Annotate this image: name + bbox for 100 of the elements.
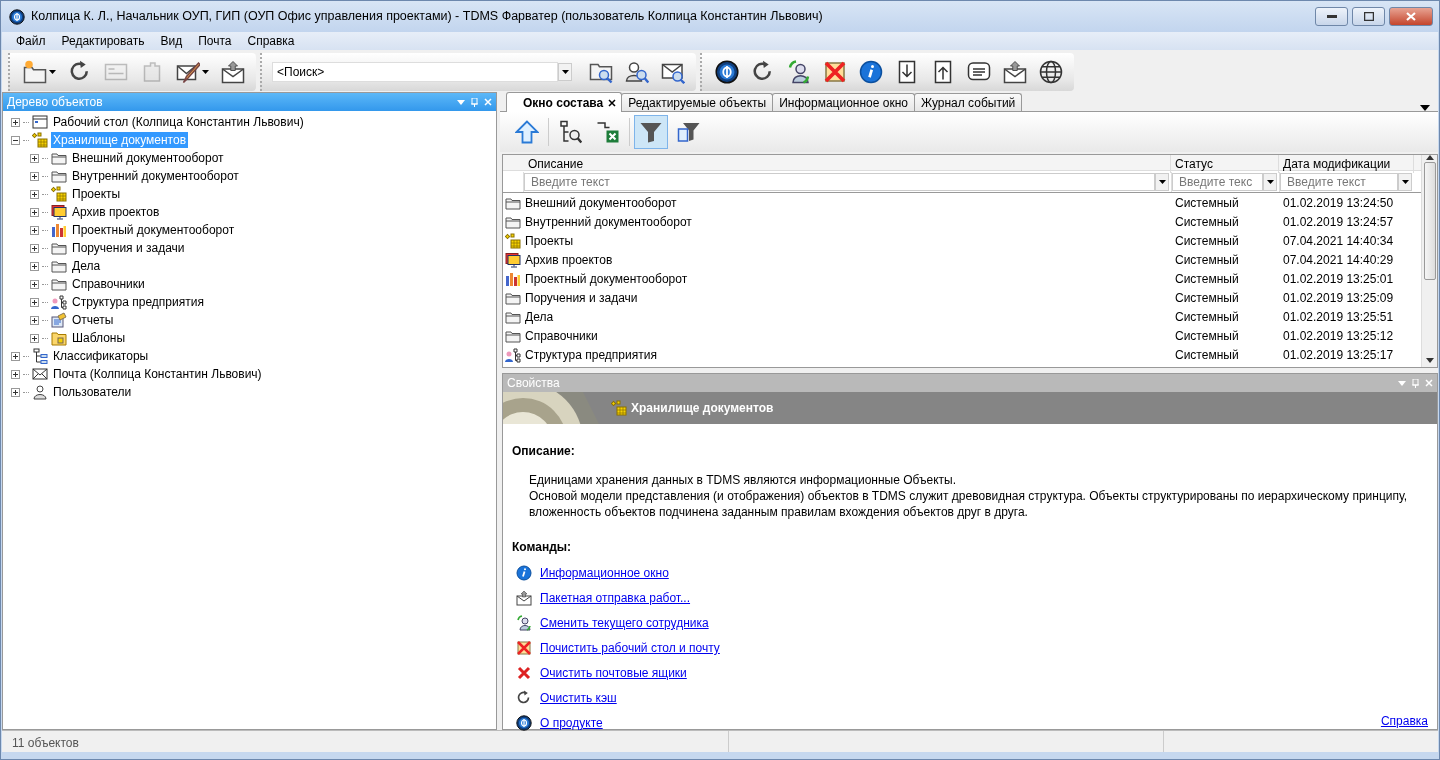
grid-icon <box>611 400 627 416</box>
dropdown-button[interactable] <box>1263 172 1277 191</box>
table-cell-text: 07.04.2021 14:40:34 <box>1282 232 1395 250</box>
table-cell-text: Системный <box>1174 251 1240 269</box>
up-arrow-icon <box>515 120 539 144</box>
dropdown-icon <box>1398 380 1406 386</box>
command-link[interactable]: Очистить почтовые ящики <box>540 664 687 683</box>
panel-title: Дерево объектов <box>7 94 104 111</box>
tree-item[interactable]: Проектный документооборот <box>70 222 237 238</box>
filter-field[interactable]: Введите текст <box>524 172 1155 191</box>
menu-item[interactable]: Файл <box>8 32 54 50</box>
grid-icon <box>505 232 521 249</box>
tree-item[interactable]: Справочники <box>70 276 147 292</box>
hierarchy-icon <box>32 348 48 364</box>
monitor-icon <box>505 251 521 268</box>
tree-item[interactable]: Рабочий стол (Колпица Константин Львович) <box>51 114 306 130</box>
tab[interactable]: Редактируемые объекты <box>621 93 774 111</box>
filter-field[interactable]: Введите текст <box>1280 172 1398 191</box>
minimize-button[interactable] <box>1315 7 1348 26</box>
tree-item[interactable]: Проекты <box>70 186 123 202</box>
info-icon <box>859 60 883 84</box>
bar-chart-icon <box>51 222 67 238</box>
tree-item[interactable]: Классификаторы <box>51 348 151 364</box>
command-link[interactable]: Сменить текущего сотрудника <box>540 614 709 633</box>
table-cell-text: Системный <box>1174 327 1240 345</box>
help-link[interactable]: Справка <box>1380 711 1428 730</box>
table-cell-text: 01.02.2019 13:24:50 <box>1282 194 1395 212</box>
table-cell-text: Проектный документооборот <box>525 270 688 288</box>
close-icon <box>1425 379 1433 387</box>
command-link[interactable]: Почистить рабочий стол и почту <box>540 639 720 658</box>
table-cell-text: 01.02.2019 13:25:01 <box>1282 270 1395 288</box>
command-link[interactable]: О продукте <box>540 714 603 733</box>
filter-table-icon <box>677 120 701 144</box>
window-icon <box>32 114 48 130</box>
scrollbar[interactable] <box>1421 155 1437 367</box>
tab[interactable]: Информационное окно <box>772 93 915 111</box>
table-cell-text: Системный <box>1174 213 1240 231</box>
tree-item[interactable]: Архив проектов <box>70 204 162 220</box>
report-icon <box>51 312 67 328</box>
tree-item[interactable]: Внутренний документооборот <box>70 168 241 184</box>
dropdown-button[interactable] <box>558 63 572 81</box>
close-icon <box>1406 12 1416 21</box>
maximize-icon <box>1363 12 1374 21</box>
menu-item[interactable]: Вид <box>152 32 191 50</box>
table-cell-text: 01.02.2019 13:24:57 <box>1282 213 1395 231</box>
dropdown-button[interactable] <box>1155 172 1169 191</box>
caret-icon <box>1158 179 1166 184</box>
envelope-icon <box>221 60 245 84</box>
table-cell-text: Дела <box>525 308 554 326</box>
table-cell-text: Проекты <box>525 232 574 250</box>
table-cell-text: 01.02.2019 13:25:12 <box>1282 327 1395 345</box>
filter-field[interactable]: Введите текс <box>1172 172 1263 191</box>
table-cell-text: Системный <box>1174 308 1240 326</box>
menu-item[interactable]: Редактировать <box>53 32 153 50</box>
maximize-button[interactable] <box>1352 7 1385 26</box>
folder-icon <box>51 168 67 184</box>
close-button[interactable] <box>1389 7 1433 26</box>
tree-item[interactable]: Структура предприятия <box>70 294 206 310</box>
logo-icon <box>715 60 739 84</box>
table-cell-text: Структура предприятия <box>525 346 657 364</box>
user-icon <box>32 384 48 400</box>
tab[interactable]: Окно состава <box>506 92 623 112</box>
panel-title: Свойства <box>507 375 561 392</box>
tree-item[interactable]: Поручения и задачи <box>70 240 187 256</box>
envelope-pencil-icon <box>176 60 200 84</box>
tree-item[interactable]: Дела <box>70 258 103 274</box>
pin-icon <box>1412 378 1419 388</box>
envelope-icon <box>32 366 48 382</box>
tree-item[interactable]: Почта (Колпица Константин Львович) <box>51 366 264 382</box>
delete-icon <box>516 665 532 682</box>
table-cell-text: Системный <box>1174 232 1240 250</box>
table-cell-text: 01.02.2019 13:25:51 <box>1282 308 1395 326</box>
tree-item[interactable]: Шаблоны <box>70 330 128 346</box>
envelope-upload-icon <box>1003 60 1027 84</box>
new-folder-icon <box>23 60 47 84</box>
caret-icon <box>1266 179 1274 184</box>
tab[interactable]: Журнал событий <box>913 93 1023 111</box>
dropdown-button[interactable] <box>1398 172 1412 191</box>
search-field[interactable]: <Поиск> <box>272 62 558 82</box>
org-chart-icon <box>505 346 521 363</box>
caret-icon <box>1401 179 1409 184</box>
table-cell-text: 07.04.2021 14:40:29 <box>1282 251 1395 269</box>
command-link[interactable]: Пакетная отправка работ... <box>540 589 691 608</box>
menu-item[interactable]: Справка <box>239 32 303 50</box>
bar-chart-icon <box>505 270 521 287</box>
tree-item[interactable]: Внешний документооборот <box>70 150 226 166</box>
table-cell-text: Внутренний документооборот <box>525 213 692 231</box>
monitor-icon <box>51 204 67 220</box>
command-link[interactable]: Очистить кэш <box>540 689 617 708</box>
tree-item[interactable]: Отчеты <box>70 312 116 328</box>
envelope-icon <box>516 590 532 607</box>
folder-icon <box>51 258 67 274</box>
command-link[interactable]: Информационное окно <box>540 564 669 583</box>
close-icon <box>608 98 617 107</box>
scroll-up-icon <box>1425 155 1434 160</box>
caret-icon <box>202 70 209 74</box>
globe-icon <box>1039 60 1063 84</box>
menu-item[interactable]: Почта <box>190 32 240 50</box>
tree-item[interactable]: Пользователи <box>51 384 134 400</box>
excel-export-icon <box>596 120 620 144</box>
